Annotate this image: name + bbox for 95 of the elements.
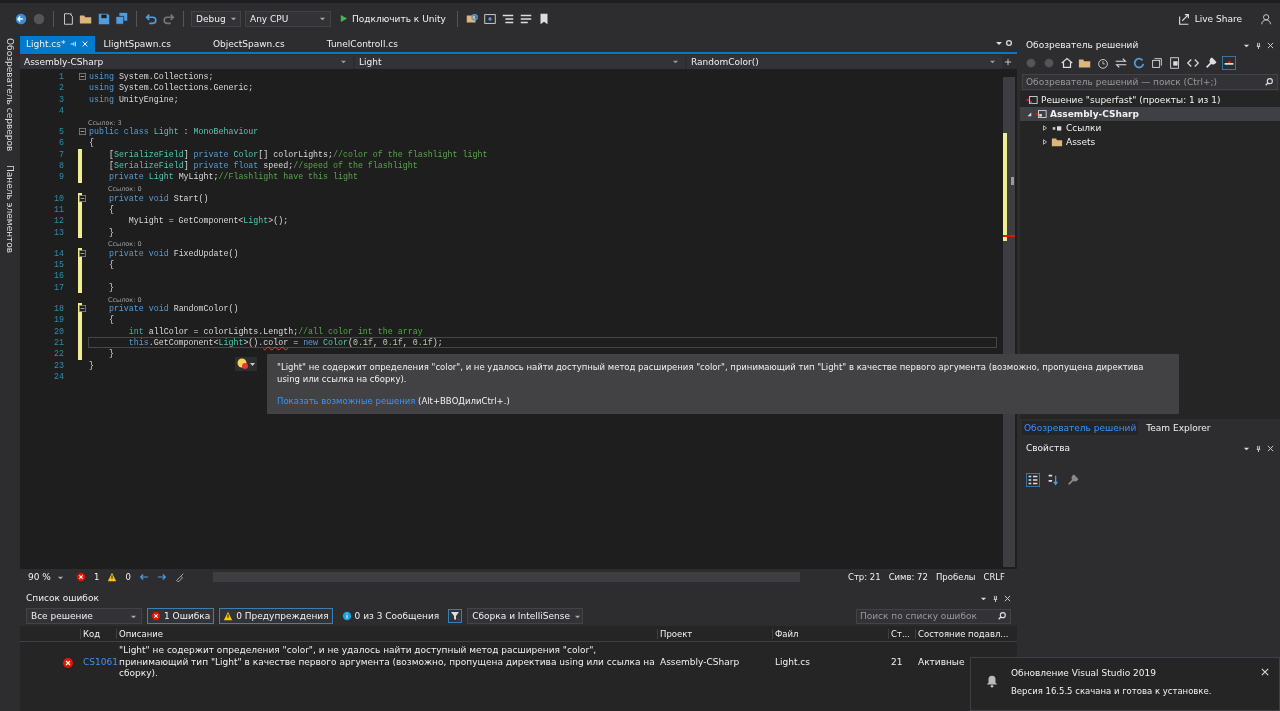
table-cell-text: 21 xyxy=(890,656,904,669)
code-line: { xyxy=(107,314,115,326)
filter-toggle[interactable]: 0 Предупреждения xyxy=(219,608,333,624)
update-notification[interactable]: Обновление Visual Studio 2019 Версия 16.5.5 скачана и готова к установке. xyxy=(970,657,1280,711)
panel-title: Обозреватель решений xyxy=(1026,40,1139,50)
navigation-dropdown[interactable]: Light xyxy=(355,54,685,69)
platform-dropdown[interactable]: Any CPU xyxy=(245,10,331,27)
code-line: } xyxy=(88,359,95,371)
line-number: 23 xyxy=(53,359,64,371)
line-number: 22 xyxy=(53,348,64,360)
code-line: using System.Collections.Generic; xyxy=(88,82,255,94)
line-position: Стр: 21 xyxy=(848,572,881,582)
line-number: 1 xyxy=(58,71,64,83)
code-line: public class Light : MonoBehaviour xyxy=(88,126,260,138)
code-line: { xyxy=(107,259,115,271)
notification-text: Версия 16.5.5 скачана и готова к установке. xyxy=(1011,686,1213,696)
column-position: Симв: 72 xyxy=(888,572,928,582)
error-code-link[interactable]: CS1061 xyxy=(80,656,116,669)
code-line: using System.Collections; xyxy=(88,71,215,83)
line-number: 19 xyxy=(53,314,64,326)
tree-item[interactable]: Решение "superfast" (проекты: 1 из 1) xyxy=(1020,93,1280,107)
error-count[interactable]: 1 xyxy=(94,572,100,582)
code-line: private void FixedUpdate() xyxy=(107,247,240,260)
line-number: 16 xyxy=(53,270,64,282)
column-header[interactable]: Описание xyxy=(116,628,657,639)
code-line: [SerializeField] private float speed;//speed of the flashlight xyxy=(107,160,419,172)
file-tab[interactable]: ObjectSpawn.cs xyxy=(206,36,291,52)
side-tab[interactable]: Обозреватель серверов xyxy=(5,38,15,152)
code-line: MyLight = GetComponent<Light>(); xyxy=(127,215,290,227)
navigation-dropdown[interactable]: Assembly-CSharp xyxy=(20,54,353,69)
panel-tab[interactable]: Team Explorer xyxy=(1144,421,1213,435)
code-line: { xyxy=(88,137,95,149)
notification-title: Обновление Visual Studio 2019 xyxy=(1011,668,1157,678)
navigation-dropdown[interactable]: RandomColor() xyxy=(687,54,1002,69)
line-number: 6 xyxy=(58,137,64,149)
table-cell-text: "Light" не содержит определения "color", и не удалось найти доступный метод расширения "color", принимающий тип "Light" в качестве первого аргумента (возможно, пропущена директива using или ссылка на сборку). xyxy=(118,645,656,681)
code-line: private void RandomColor() xyxy=(107,303,240,315)
filter-toggle[interactable]: 0 из 3 Сообщения xyxy=(337,608,444,624)
line-number: 3 xyxy=(58,93,64,105)
line-number: 14 xyxy=(53,247,64,260)
line-number: 2 xyxy=(58,82,64,94)
tooltip-message: "Light" не содержит определения "color", и не удалось найти доступный метод расширения "color", принимающий тип "Light" в качестве первого аргумента (возможно, пропущена директива using или ссылка на сборку). xyxy=(277,362,1145,386)
line-number: 18 xyxy=(53,303,64,315)
table-cell-text: Light.cs xyxy=(774,656,811,669)
line-number: 21 xyxy=(53,336,64,349)
warning-count[interactable]: 0 xyxy=(125,572,131,582)
search-field[interactable]: Обозреватель решений — поиск (Ctrl+;) xyxy=(1022,74,1278,90)
line-number: 4 xyxy=(58,104,64,117)
code-line: [SerializeField] private Color[] colorLights;//color of the flashlight light xyxy=(107,148,489,161)
side-tab[interactable]: Панель элементов xyxy=(5,165,15,254)
code-line: } xyxy=(107,348,115,360)
column-header[interactable]: Код xyxy=(80,628,116,639)
tree-item[interactable]: Assembly-CSharp xyxy=(1020,107,1280,121)
line-number: 17 xyxy=(53,281,64,294)
line-number: 5 xyxy=(58,126,64,138)
line-number: 10 xyxy=(53,192,64,204)
shortcut-hint: (Alt+ВВОДилиCtrl+.) xyxy=(418,395,510,406)
code-line: } xyxy=(107,281,115,294)
table-cell-text: Активные xyxy=(917,656,966,669)
line-number: 24 xyxy=(53,370,64,383)
scope-dropdown[interactable]: Все решение xyxy=(26,608,142,624)
line-number: 8 xyxy=(58,160,64,172)
line-number: 7 xyxy=(58,148,64,161)
panel-title: Список ошибок xyxy=(26,593,99,603)
line-ending[interactable]: CRLF xyxy=(983,572,1005,582)
tree-item[interactable]: Ссылки xyxy=(1020,121,1280,135)
line-number: 9 xyxy=(58,171,64,183)
table-cell-text: Assembly-CSharp xyxy=(659,656,741,669)
code-line: { xyxy=(107,203,115,216)
indent-mode[interactable]: Пробелы xyxy=(935,572,976,582)
code-line: int allColor = colorLights.Length;//all color int the array xyxy=(127,325,424,337)
code-line: private void Start() xyxy=(107,192,210,204)
filter-toggle[interactable]: 1 Ошибка xyxy=(147,608,215,624)
tree-item[interactable]: Assets xyxy=(1020,135,1280,149)
attach-button[interactable]: Подключить к Unity xyxy=(335,13,450,24)
source-dropdown[interactable]: Сборка и IntelliSense xyxy=(467,608,584,624)
column-header[interactable]: Проект xyxy=(657,628,772,639)
line-number: 12 xyxy=(53,215,64,227)
file-tab[interactable]: LlightSpawn.cs xyxy=(97,36,177,52)
code-line: using UnityEngine; xyxy=(88,93,180,105)
column-header[interactable]: Состояние подавл... xyxy=(915,628,1017,639)
code-line: } xyxy=(107,226,115,238)
panel-tab[interactable]: Обозреватель решений xyxy=(1022,421,1139,435)
column-header[interactable]: Ст... xyxy=(888,628,915,639)
line-number: 15 xyxy=(53,259,64,271)
panel-title: Свойства xyxy=(1026,443,1070,453)
configuration-dropdown[interactable]: Debug xyxy=(191,10,241,27)
file-tab[interactable]: TunelControll.cs xyxy=(320,36,404,52)
line-number: 11 xyxy=(53,203,64,216)
code-line: private Light MyLight;//Flashlight have this light xyxy=(107,171,359,183)
column-header[interactable]: Файл xyxy=(772,628,888,639)
line-number: 13 xyxy=(53,226,64,238)
search-field[interactable]: Поиск по списку ошибок xyxy=(856,608,1011,624)
line-number: 20 xyxy=(53,325,64,337)
live-share-button[interactable]: Live Share xyxy=(1170,10,1248,27)
